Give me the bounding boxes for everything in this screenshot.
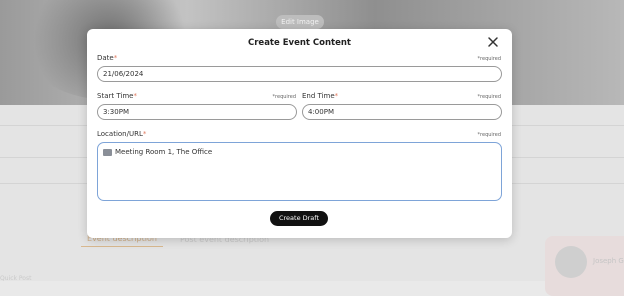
date-label: Date* (97, 54, 118, 62)
location-icon (103, 148, 112, 156)
avatar (555, 246, 587, 278)
required-note: *required (477, 94, 501, 100)
location-label: Location/URL* (97, 130, 147, 138)
required-note: *required (272, 94, 296, 100)
end-time-label: End Time* (302, 92, 339, 100)
location-value: Meeting Room 1, The Office (115, 148, 213, 156)
required-note: *required (477, 132, 501, 138)
end-time-field[interactable]: 4:00PM (302, 104, 502, 120)
start-time-field[interactable]: 3:30PM (97, 104, 297, 120)
location-textarea[interactable]: Meeting Room 1, The Office (97, 142, 502, 201)
close-icon-graphic (488, 37, 498, 47)
modal-title: Create Event Content (248, 38, 351, 48)
required-note: *required (477, 56, 501, 62)
start-time-label: Start Time* (97, 92, 137, 100)
create-draft-button[interactable]: Create Draft (270, 211, 328, 226)
profile-name: Joseph Go (593, 257, 624, 265)
create-event-content-modal: Create Event Content Date* *required 21/… (87, 29, 512, 238)
date-field[interactable]: 21/06/2024 (97, 66, 502, 82)
edit-image-button[interactable]: Edit Image (276, 15, 324, 29)
close-icon[interactable] (486, 34, 500, 48)
